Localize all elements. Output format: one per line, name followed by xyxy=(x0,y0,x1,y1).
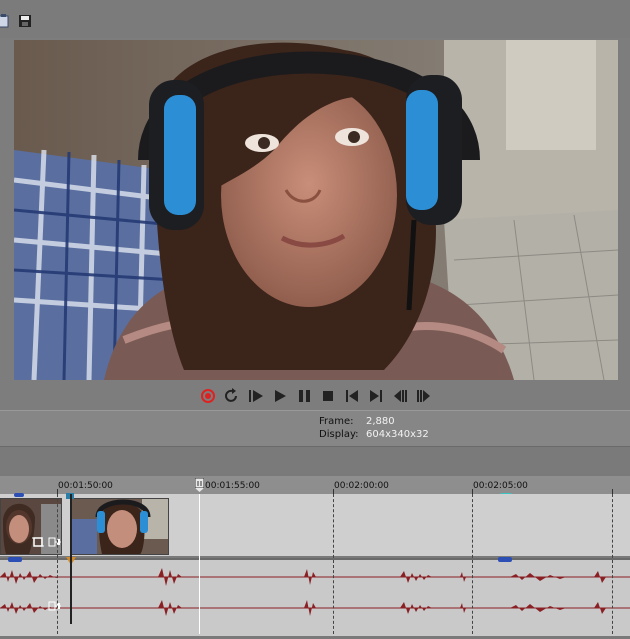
grid-line xyxy=(472,494,473,634)
video-clip-thumbnail[interactable] xyxy=(71,498,169,555)
video-preview-frame xyxy=(14,40,618,380)
ruler-marker: 00:02:00:00 xyxy=(334,481,389,491)
go-to-end-button[interactable] xyxy=(368,388,384,404)
pan-crop-icon[interactable] xyxy=(32,536,44,548)
event-fx-icon[interactable] xyxy=(48,536,62,548)
pause-button[interactable] xyxy=(296,388,312,404)
loop-button[interactable] xyxy=(224,388,240,404)
previous-frame-button[interactable] xyxy=(392,388,408,404)
stop-button[interactable] xyxy=(320,388,336,404)
frame-label: Frame: xyxy=(319,416,354,427)
preview-info-area xyxy=(0,410,630,447)
play-from-start-button[interactable] xyxy=(248,388,264,404)
marker-flag[interactable] xyxy=(8,557,22,562)
save-icon[interactable] xyxy=(18,14,32,28)
marker-flag[interactable] xyxy=(498,557,512,562)
marker-flag[interactable] xyxy=(14,493,24,497)
grid-line xyxy=(612,494,613,634)
next-frame-button[interactable] xyxy=(416,388,432,404)
play-button[interactable] xyxy=(272,388,288,404)
ruler-marker: 00:02:05:00 xyxy=(473,481,528,491)
ruler-marker: 00:01:50:00 xyxy=(58,481,113,491)
event-edge[interactable] xyxy=(70,494,72,624)
playhead-handle[interactable] xyxy=(194,477,205,492)
grid-line xyxy=(333,494,334,634)
transport-controls xyxy=(0,384,630,410)
frame-value: 2,880 xyxy=(366,416,395,427)
grid-line xyxy=(57,494,58,634)
display-value: 604x340x32 xyxy=(366,429,429,440)
audio-track[interactable] xyxy=(0,558,630,636)
playhead-cursor[interactable] xyxy=(199,494,200,634)
go-to-start-button[interactable] xyxy=(344,388,360,404)
event-fx-icon[interactable] xyxy=(48,600,62,612)
record-button[interactable] xyxy=(200,388,216,404)
top-toolbar xyxy=(0,0,630,38)
ruler-marker: 00:01:55:00 xyxy=(205,481,260,491)
timeline-header-bar xyxy=(0,446,630,477)
clipboard-icon[interactable] xyxy=(0,14,11,28)
display-label: Display: xyxy=(319,429,359,440)
